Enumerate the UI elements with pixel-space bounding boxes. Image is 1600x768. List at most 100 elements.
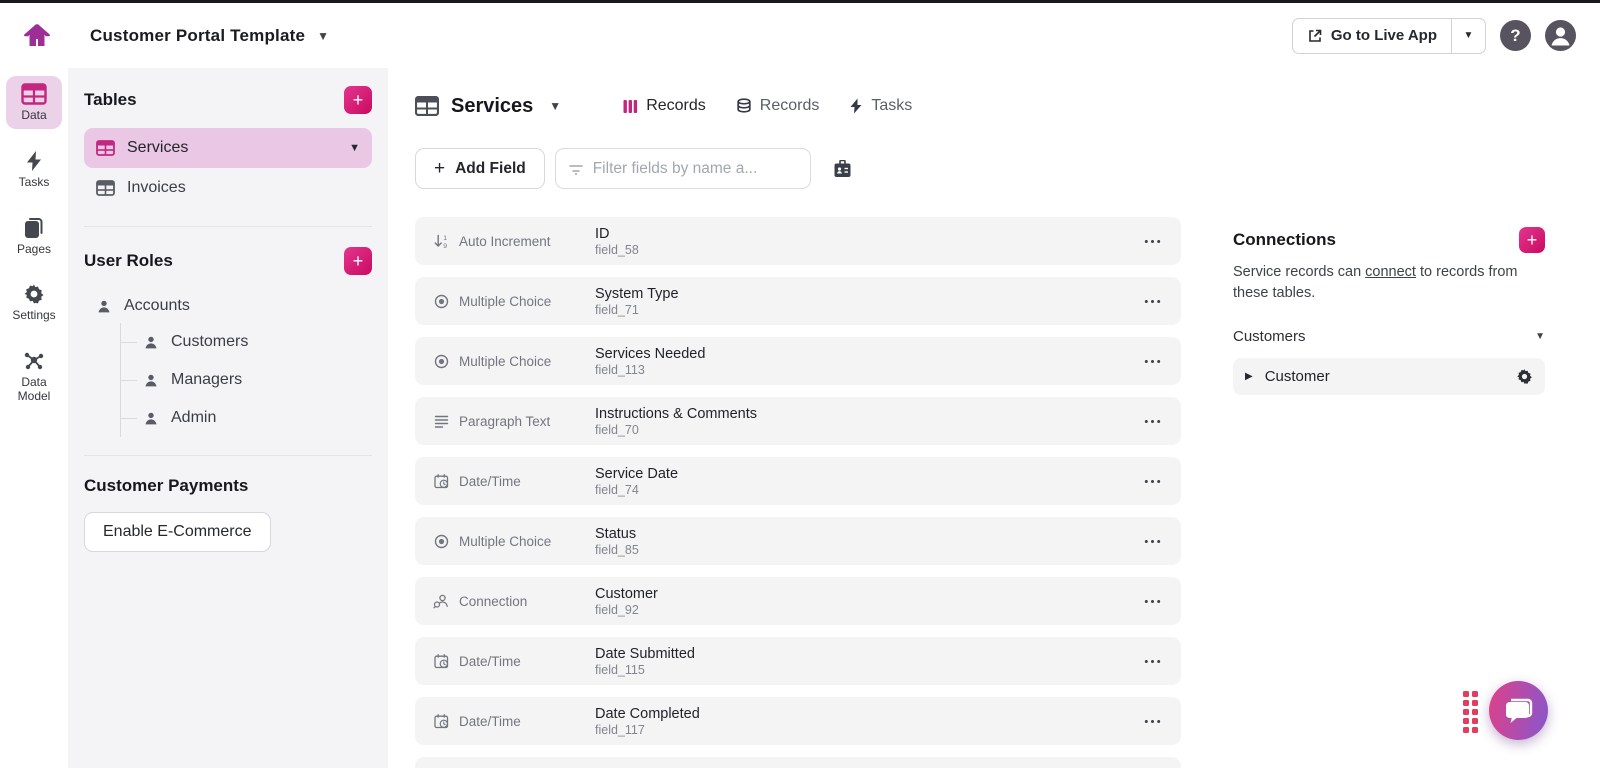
add-field-button[interactable]: + Add Field bbox=[415, 148, 545, 189]
app-title-chevron-down-icon[interactable]: ▼ bbox=[317, 29, 329, 43]
connection-gear-icon[interactable] bbox=[1516, 368, 1533, 385]
field-menu-ellipsis-icon[interactable] bbox=[1140, 295, 1165, 308]
drag-handle-dots[interactable] bbox=[1463, 691, 1478, 733]
person-icon bbox=[96, 299, 112, 314]
field-menu-ellipsis-icon[interactable] bbox=[1140, 715, 1165, 728]
field-type-label: Auto Increment bbox=[459, 234, 595, 249]
enable-ecommerce-button[interactable]: Enable E-Commerce bbox=[84, 512, 271, 552]
role-managers[interactable]: Managers bbox=[121, 361, 372, 399]
field-row[interactable]: Multiple Choice Services Needed field_11… bbox=[415, 337, 1181, 385]
field-menu-ellipsis-icon[interactable] bbox=[1140, 475, 1165, 488]
add-user-role-button[interactable]: + bbox=[344, 247, 372, 275]
tab-tasks[interactable]: Tasks bbox=[849, 97, 912, 115]
nav-rail: Data Tasks Pages Settings Data Model bbox=[0, 68, 68, 768]
field-name: Status bbox=[595, 526, 639, 542]
sidebar-table-services[interactable]: Services ▼ bbox=[84, 128, 372, 168]
field-key: field_92 bbox=[595, 603, 658, 617]
role-label: Accounts bbox=[124, 297, 190, 315]
table-chevron-down-icon[interactable]: ▼ bbox=[549, 99, 561, 113]
date-time-icon bbox=[433, 713, 459, 730]
home-button[interactable] bbox=[20, 19, 54, 53]
field-key: field_71 bbox=[595, 303, 679, 317]
field-menu-ellipsis-icon[interactable] bbox=[1140, 235, 1165, 248]
field-menu-ellipsis-icon[interactable] bbox=[1140, 415, 1165, 428]
field-list: 19 Auto Increment ID field_58 Multiple C… bbox=[415, 217, 1181, 768]
field-key: field_115 bbox=[595, 663, 695, 677]
role-customers[interactable]: Customers bbox=[121, 323, 372, 361]
date-time-icon bbox=[433, 473, 459, 490]
role-label: Admin bbox=[171, 409, 216, 427]
account-avatar[interactable] bbox=[1545, 20, 1576, 51]
connection-item-customer[interactable]: ▶ Customer bbox=[1233, 358, 1545, 395]
group-chevron-down-icon[interactable]: ▼ bbox=[1535, 331, 1545, 342]
chat-widget-button[interactable] bbox=[1489, 681, 1548, 740]
chat-bubble-icon bbox=[1504, 697, 1534, 724]
field-row[interactable]: Date/Time Service Date field_74 bbox=[415, 457, 1181, 505]
field-row[interactable]: Paragraph Text Instructions & Comments f… bbox=[415, 397, 1181, 445]
field-type-label: Paragraph Text bbox=[459, 414, 595, 429]
home-icon bbox=[24, 24, 50, 48]
connections-title: Connections bbox=[1233, 230, 1336, 250]
field-key: field_74 bbox=[595, 483, 678, 497]
field-row[interactable]: 19 Auto Increment ID field_58 bbox=[415, 217, 1181, 265]
role-children: Customers Managers Admin bbox=[120, 323, 372, 437]
multiple-choice-icon bbox=[433, 533, 459, 550]
field-type-label: Date/Time bbox=[459, 474, 595, 489]
field-type-label: Connection bbox=[459, 594, 595, 609]
role-accounts[interactable]: Accounts bbox=[84, 289, 372, 323]
field-row[interactable]: Date/Time Date Submitted field_115 bbox=[415, 637, 1181, 685]
sidebar-table-invoices[interactable]: Invoices bbox=[84, 168, 372, 208]
field-row[interactable]: Connection Customer field_92 bbox=[415, 577, 1181, 625]
rail-item-settings[interactable]: Settings bbox=[6, 276, 62, 329]
bolt-icon bbox=[24, 150, 44, 172]
role-label: Customers bbox=[171, 333, 248, 351]
rail-item-label: Tasks bbox=[19, 176, 50, 190]
field-row-partial[interactable] bbox=[415, 757, 1181, 768]
go-to-live-app-button[interactable]: Go to Live App bbox=[1293, 19, 1451, 53]
field-menu-ellipsis-icon[interactable] bbox=[1140, 595, 1165, 608]
multiple-choice-icon bbox=[433, 353, 459, 370]
field-type-label: Date/Time bbox=[459, 654, 595, 669]
field-menu-ellipsis-icon[interactable] bbox=[1140, 355, 1165, 368]
field-row[interactable]: Date/Time Date Completed field_117 bbox=[415, 697, 1181, 745]
id-badge-icon[interactable] bbox=[833, 160, 852, 178]
tab-label: Records bbox=[646, 97, 706, 115]
external-link-icon bbox=[1307, 28, 1323, 44]
connect-link[interactable]: connect bbox=[1365, 264, 1416, 280]
rail-item-tasks[interactable]: Tasks bbox=[6, 143, 62, 196]
go-to-live-app-dropdown-arrow[interactable]: ▼ bbox=[1451, 19, 1485, 53]
svg-text:9: 9 bbox=[443, 243, 447, 250]
connection-item-label: Customer bbox=[1265, 368, 1330, 385]
field-menu-ellipsis-icon[interactable] bbox=[1140, 535, 1165, 548]
rail-item-data-model[interactable]: Data Model bbox=[6, 343, 62, 410]
field-menu-ellipsis-icon[interactable] bbox=[1140, 655, 1165, 668]
role-label: Managers bbox=[171, 371, 242, 389]
go-to-live-app-split-button: Go to Live App ▼ bbox=[1292, 18, 1486, 54]
field-name: Date Completed bbox=[595, 706, 700, 722]
chevron-right-icon[interactable]: ▶ bbox=[1245, 371, 1253, 382]
svg-text:1: 1 bbox=[443, 235, 447, 242]
field-type-label: Multiple Choice bbox=[459, 354, 595, 369]
field-key: field_85 bbox=[595, 543, 639, 557]
tab-label: Tasks bbox=[871, 97, 912, 115]
add-connection-button[interactable]: + bbox=[1519, 227, 1545, 253]
field-row[interactable]: Multiple Choice Status field_85 bbox=[415, 517, 1181, 565]
add-table-button[interactable]: + bbox=[344, 86, 372, 114]
field-name: Instructions & Comments bbox=[595, 406, 757, 422]
rail-item-pages[interactable]: Pages bbox=[6, 210, 62, 263]
rail-item-data[interactable]: Data bbox=[6, 76, 62, 129]
table-icon bbox=[96, 180, 115, 196]
go-to-live-app-label: Go to Live App bbox=[1331, 27, 1437, 44]
tab-records-data[interactable]: Records bbox=[736, 97, 820, 115]
filter-fields-input[interactable] bbox=[593, 160, 798, 178]
field-row[interactable]: Multiple Choice System Type field_71 bbox=[415, 277, 1181, 325]
tab-records-fields[interactable]: Records bbox=[623, 97, 706, 115]
chevron-down-icon[interactable]: ▼ bbox=[349, 142, 360, 154]
help-button[interactable]: ? bbox=[1500, 20, 1531, 51]
person-icon bbox=[143, 373, 159, 388]
field-key: field_117 bbox=[595, 723, 700, 737]
sidebar-table-label: Services bbox=[127, 139, 188, 157]
role-admin[interactable]: Admin bbox=[121, 399, 372, 437]
field-name: Service Date bbox=[595, 466, 678, 482]
user-roles-header: User Roles bbox=[84, 251, 173, 271]
